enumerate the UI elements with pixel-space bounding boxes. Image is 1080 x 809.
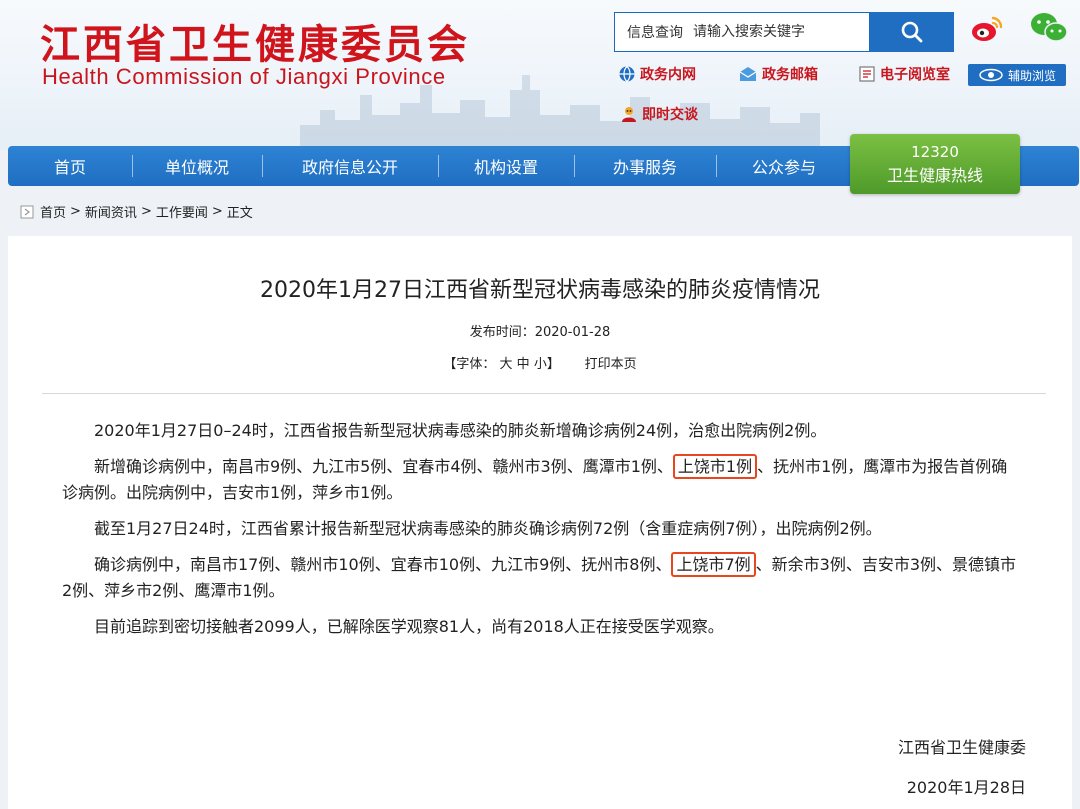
font-size-close: 】 (546, 357, 560, 372)
link-instant-chat-label: 即时交谈 (642, 107, 698, 123)
paragraph-5: 目前追踪到密切接触者2099人，已解除医学观察81人，尚有2018人正在接受医学… (94, 617, 724, 636)
paragraph-3: 截至1月27日24时，江西省累计报告新型冠状病毒感染的肺炎确诊病例72例（含重症… (94, 519, 882, 538)
font-small-button[interactable]: 小 (534, 357, 547, 372)
article-body: 2020年1月27日0–24时，江西省报告新型冠状病毒感染的肺炎新增确诊病例24… (62, 418, 1022, 650)
publish-label: 发布时间： (469, 325, 535, 340)
search-button[interactable] (870, 12, 954, 52)
wechat-icon (1031, 13, 1068, 42)
p2-text-before: 新增确诊病例中，南昌市9例、九江市5例、宜春市4例、赣州市3例、鹰潭市1例、 (94, 457, 673, 476)
reader-icon (858, 65, 876, 83)
search-label: 信息查询 (627, 25, 683, 41)
link-mailbox[interactable]: 政务邮箱 (738, 64, 818, 84)
breadcrumb-work-news[interactable]: 工作要闻 (156, 202, 208, 221)
nav-gov-info[interactable]: 政府信息公开 (262, 146, 438, 186)
article-signature: 江西省卫生健康委 (897, 738, 1026, 757)
article-sign-date: 2020年1月28日 (906, 778, 1026, 797)
search-input[interactable] (691, 23, 845, 41)
eye-icon (979, 68, 1003, 82)
link-mailbox-label: 政务邮箱 (762, 67, 818, 83)
link-intranet-label: 政务内网 (640, 67, 696, 83)
assist-browse-label: 辅助浏览 (1007, 68, 1056, 83)
breadcrumb-separator: > (211, 204, 223, 219)
hotline-label: 卫生健康热线 (886, 166, 983, 185)
mail-icon (738, 66, 758, 82)
article-tools: 【字体： 大 中 小】 打印本页 (8, 353, 1072, 372)
location-arrow-icon (20, 205, 34, 218)
link-reading-room-label: 电子阅览室 (880, 67, 950, 83)
article-panel: 2020年1月27日江西省新型冠状病毒感染的肺炎疫情情况 发布时间：2020-0… (8, 236, 1072, 809)
nav-about[interactable]: 单位概况 (132, 146, 262, 186)
paragraph-2: 新增确诊病例中，南昌市9例、九江市5例、宜春市4例、赣州市3例、鹰潭市1例、 上饶… (62, 454, 1022, 506)
nav-organization[interactable]: 机构设置 (438, 146, 574, 186)
paragraph-4: 确诊病例中，南昌市17例、赣州市10例、宜春市10例、九江市9例、抚州市8例、上… (62, 552, 1022, 604)
chat-user-icon (620, 105, 638, 123)
assist-browse-button[interactable]: 辅助浏览 (968, 64, 1066, 86)
site-title[interactable]: 江西省卫生健康委员会 (40, 12, 470, 70)
globe-icon (618, 65, 636, 83)
font-medium-button[interactable]: 中 (517, 357, 530, 372)
weibo-button[interactable] (966, 10, 1008, 46)
hotline-number: 12320 (911, 143, 959, 161)
font-large-button[interactable]: 大 (500, 357, 513, 372)
nav-services[interactable]: 办事服务 (574, 146, 716, 186)
wechat-button[interactable] (1028, 10, 1070, 46)
search-box: 信息查询 (614, 12, 870, 52)
print-page-link[interactable]: 打印本页 (585, 357, 637, 372)
article-title: 2020年1月27日江西省新型冠状病毒感染的肺炎疫情情况 (260, 278, 820, 303)
p4-text-before: 确诊病例中，南昌市17例、赣州市10例、宜春市10例、九江市9例、抚州市8例、 (94, 555, 672, 574)
breadcrumb-separator: > (140, 204, 152, 219)
search-icon (901, 21, 923, 43)
breadcrumb: 首页 > 新闻资讯 > 工作要闻 > 正文 (20, 202, 253, 221)
link-intranet[interactable]: 政务内网 (618, 64, 696, 84)
weibo-icon (972, 16, 1003, 41)
breadcrumb-separator: > (70, 204, 81, 219)
breadcrumb-current: 正文 (226, 206, 253, 221)
font-size-label: 【字体： (443, 357, 496, 372)
highlighted-shangrao-new: 上饶市1例 (672, 454, 758, 479)
nav-participation[interactable]: 公众参与 (716, 146, 852, 186)
paragraph-1: 2020年1月27日0–24时，江西省报告新型冠状病毒感染的肺炎新增确诊病例24… (94, 421, 827, 440)
publish-date: 2020-01-28 (534, 325, 611, 340)
nav-home[interactable]: 首页 (8, 146, 132, 186)
link-instant-chat[interactable]: 即时交谈 (620, 104, 698, 124)
site-subtitle: Health Commission of Jiangxi Province (42, 64, 446, 89)
title-divider (42, 393, 1046, 394)
hotline-button[interactable]: 12320 卫生健康热线 (850, 134, 1020, 194)
highlighted-shangrao-total: 上饶市7例 (671, 552, 756, 577)
breadcrumb-news[interactable]: 新闻资讯 (85, 202, 137, 221)
link-reading-room[interactable]: 电子阅览室 (858, 64, 950, 84)
publish-meta: 发布时间：2020-01-28 (8, 321, 1072, 340)
site-header: 江西省卫生健康委员会 Health Commission of Jiangxi … (0, 0, 1080, 150)
breadcrumb-home[interactable]: 首页 (40, 202, 66, 221)
